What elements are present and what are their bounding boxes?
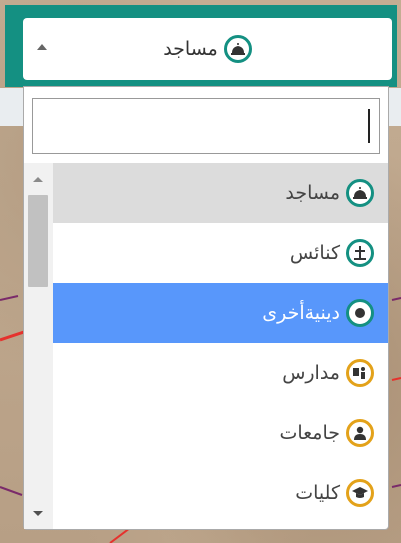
option-universities[interactable]: جامعات (53, 403, 388, 463)
option-mosques[interactable]: مساجد (53, 163, 388, 223)
option-schools[interactable]: مدارس (53, 343, 388, 403)
option-label: كليات (295, 482, 340, 504)
option-label: دينيةأخرى (262, 302, 340, 324)
option-label: مساجد (285, 182, 340, 204)
category-select-frame: مساجد (5, 5, 397, 87)
selected-value: مساجد (163, 38, 218, 60)
graduation-cap-icon (346, 479, 374, 507)
church-icon (346, 239, 374, 267)
chevron-up-icon[interactable] (37, 44, 47, 50)
option-colleges[interactable]: كليات (53, 463, 388, 523)
mosque-icon (223, 35, 252, 63)
select-dropdown: مساجد كنائس دينيةأخرى مدارس جامعات كليات (23, 86, 389, 530)
dot-icon (346, 299, 374, 327)
category-select[interactable]: مساجد (23, 18, 392, 80)
text-cursor (368, 109, 370, 143)
scrollbar-thumb[interactable] (28, 195, 48, 287)
scrollbar[interactable] (24, 163, 53, 529)
scroll-down-arrow-icon[interactable] (33, 511, 43, 516)
mosque-icon (346, 179, 374, 207)
option-churches[interactable]: كنائس (53, 223, 388, 283)
search-input[interactable] (32, 98, 380, 154)
option-label: جامعات (279, 422, 340, 444)
options-list: مساجد كنائس دينيةأخرى مدارس جامعات كليات (53, 163, 388, 529)
university-icon (346, 419, 374, 447)
school-icon (346, 359, 374, 387)
scroll-up-arrow-icon[interactable] (33, 177, 43, 182)
option-label: كنائس (289, 242, 340, 264)
option-label: مدارس (282, 362, 340, 384)
option-other-religious[interactable]: دينيةأخرى (53, 283, 388, 343)
